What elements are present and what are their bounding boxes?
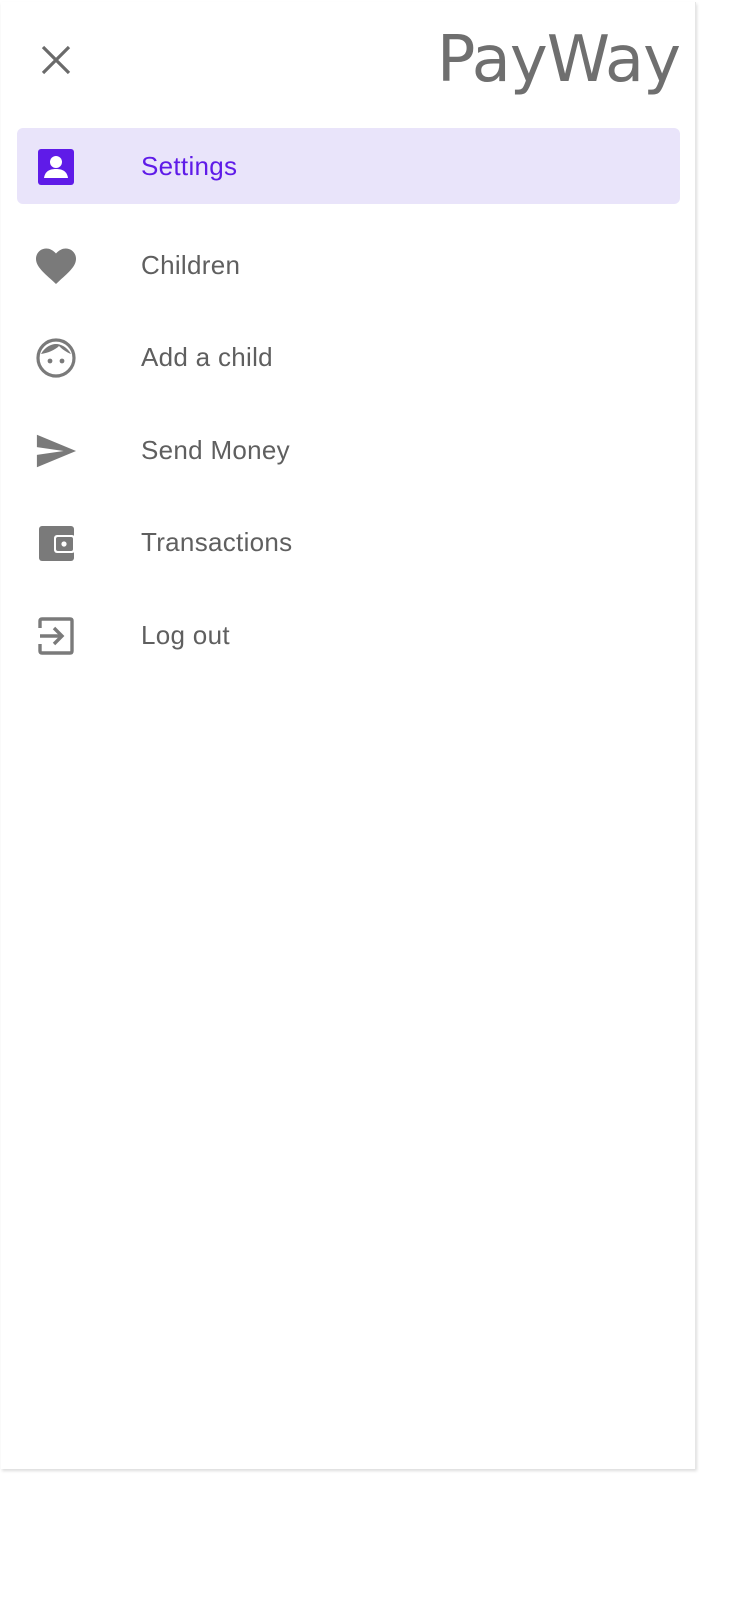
wallet-icon [35,522,77,564]
menu-item-label: Log out [141,620,230,650]
menu-item-label: Add a child [141,342,273,372]
menu-item-send-money[interactable]: Send Money [17,412,680,488]
close-button[interactable] [36,40,76,80]
navigation-drawer: PayWay Settings Children Add a child Sen… [1,2,696,1469]
logout-icon [35,615,77,657]
app-brand-title: PayWay [436,23,681,97]
menu-item-label: Send Money [141,435,290,465]
menu-item-add-child[interactable]: Add a child [17,319,680,395]
menu-item-log-out[interactable]: Log out [17,597,680,673]
menu-item-settings[interactable]: Settings [17,128,680,204]
menu-item-label: Settings [141,151,238,181]
menu-item-transactions[interactable]: Transactions [17,504,680,580]
menu-item-label: Children [141,250,241,280]
heart-icon [35,245,77,287]
child-face-icon [35,337,77,379]
close-icon [41,45,71,75]
send-icon [35,430,77,472]
menu-item-label: Transactions [141,527,293,557]
account-box-icon [35,146,77,188]
menu-item-children[interactable]: Children [17,227,680,303]
